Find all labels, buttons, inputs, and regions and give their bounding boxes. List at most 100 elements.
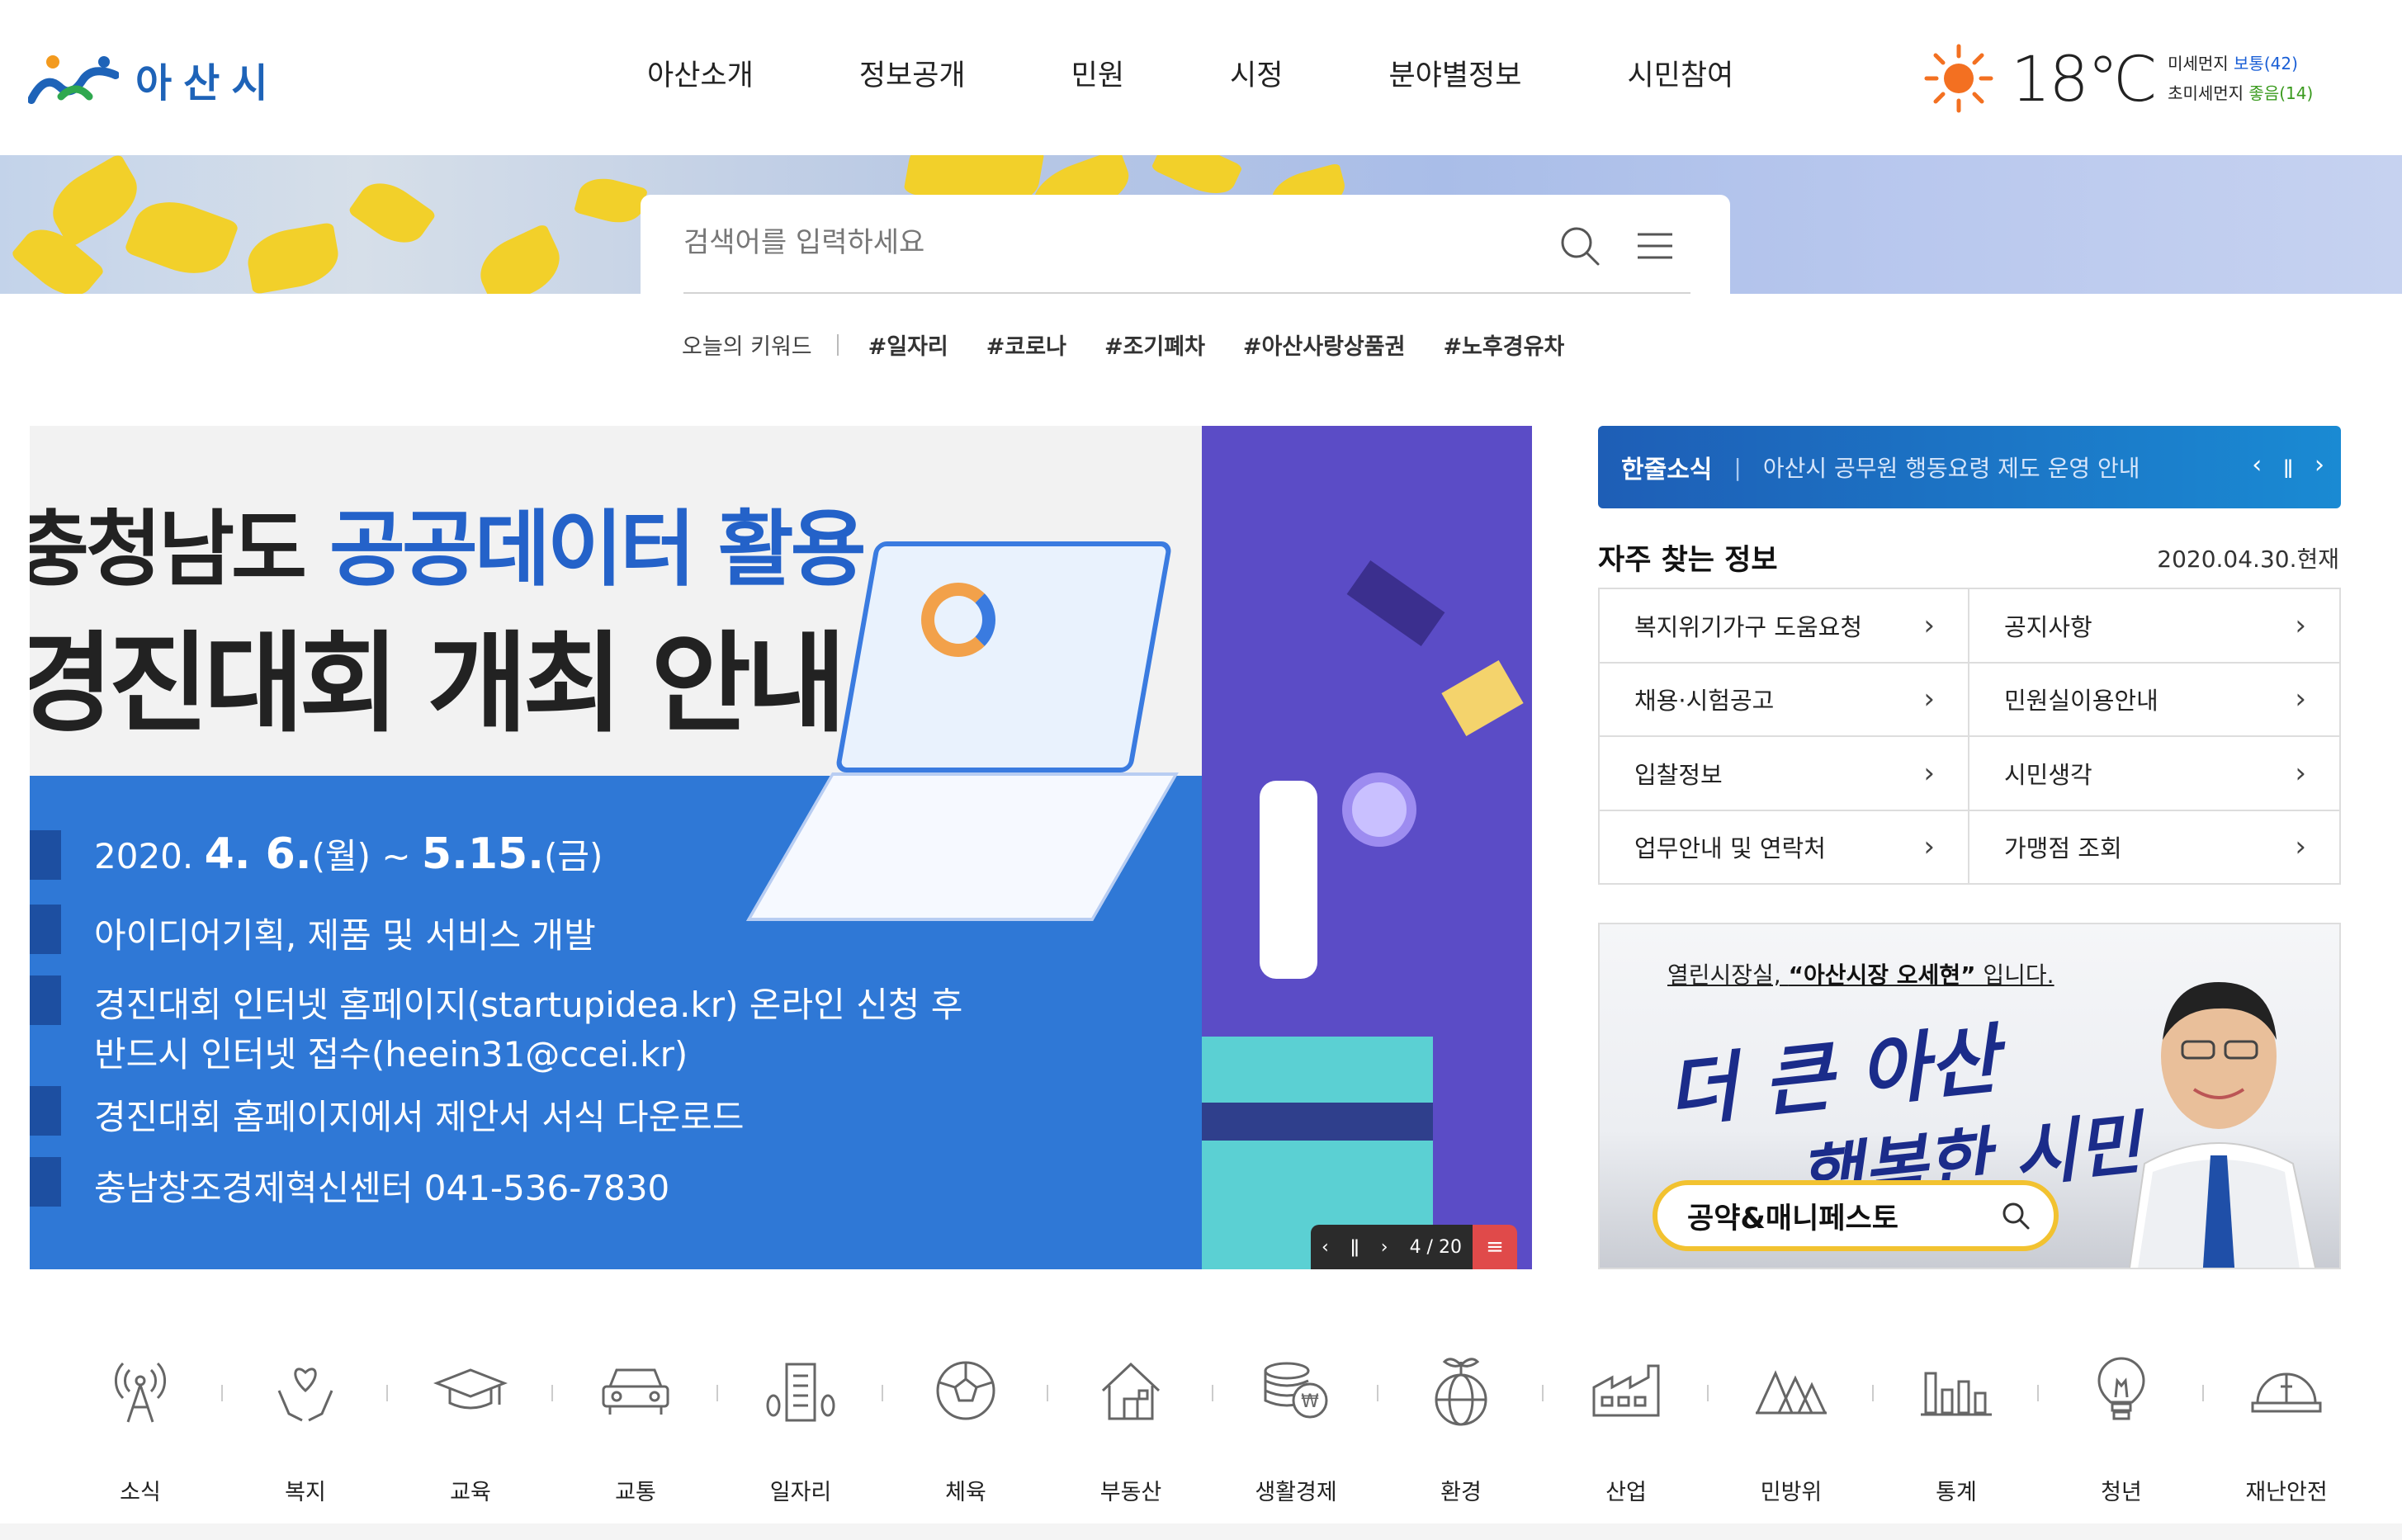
slide-bullet — [30, 975, 61, 1025]
favorites-date: 2020.04.30.현재 — [2157, 546, 2339, 573]
category-label: 청년 — [2101, 1480, 2142, 1505]
chevron-right-icon: › — [1923, 608, 1935, 642]
favorite-link[interactable]: 복지위기가구 도움요청 › — [1600, 589, 1969, 664]
favorite-label: 복지위기가구 도움요청 — [1634, 612, 1863, 641]
category-environment[interactable]: 환경 — [1378, 1353, 1544, 1506]
category-industry[interactable]: 산업 — [1544, 1353, 1709, 1506]
category-education[interactable]: 교육 — [388, 1353, 553, 1506]
footer-strip — [0, 1523, 2402, 1540]
nav-item-citizen-participation[interactable]: 시민참여 — [1574, 46, 1786, 106]
favorite-label: 공지사항 — [2004, 612, 2092, 641]
mountains-icon — [1754, 1353, 1828, 1428]
category-jobs[interactable]: 일자리 — [718, 1353, 883, 1506]
one-line-news: 한줄소식 | 아산시 공무원 행동요령 제도 운영 안내 ‹ ǁ › — [1598, 426, 2341, 508]
slide-date-line: 2020. 4. 6.(월) ~ 5.15.(금) — [94, 829, 603, 879]
search-input[interactable] — [683, 220, 1509, 266]
main-visual-slider[interactable]: 충청남도 공공데이터 활용 경진대회 개최 안내 2020. 4. 6.(월) … — [30, 426, 1532, 1269]
nav-item-about[interactable]: 아산소개 — [594, 46, 806, 106]
favorite-link[interactable]: 업무안내 및 연락처 › — [1600, 810, 1969, 883]
category-label: 통계 — [1936, 1480, 1977, 1505]
keywords-divider — [836, 333, 839, 356]
ultrafine-dust-label: 초미세먼지 — [2168, 83, 2244, 103]
category-real-estate[interactable]: 부동산 — [1048, 1353, 1213, 1506]
graduation-cap-icon — [433, 1353, 508, 1428]
safety-helmet-icon — [2249, 1353, 2324, 1428]
category-disaster-safety[interactable]: 재난안전 — [2204, 1353, 2369, 1506]
category-welfare[interactable]: 복지 — [223, 1353, 388, 1506]
nav-item-field-info[interactable]: 분야별정보 — [1336, 46, 1574, 106]
mayor-name: “아산시장 오세현” — [1788, 961, 1976, 989]
category-sports[interactable]: 체육 — [883, 1353, 1048, 1506]
category-news[interactable]: 소식 — [58, 1353, 223, 1506]
slide-date-start: 4. 6. — [204, 829, 312, 879]
category-transport[interactable]: 교통 — [553, 1353, 718, 1506]
prev-arrow-icon[interactable]: ‹ — [1322, 1237, 1329, 1258]
favorites-grid: 복지위기가구 도움요청 › 공지사항 › 채용·시험공고 › 민원실이용안내 › 입찰정… — [1598, 588, 2341, 885]
category-economy[interactable]: ₩ 생활경제 — [1213, 1353, 1378, 1506]
keyword-link[interactable]: #아산사랑상품권 — [1243, 328, 1406, 361]
slider-nav: ‹ ǁ › 4 / 20 — [1311, 1225, 1473, 1269]
nav-item-info-disclosure[interactable]: 정보공개 — [806, 46, 1019, 106]
logo-icon — [28, 55, 119, 104]
today-keywords: 오늘의 키워드 #일자리 #코로나 #조기폐차 #아산사랑상품권 #노후경유차 — [682, 328, 1602, 361]
chevron-right-icon: › — [2295, 830, 2306, 864]
favorite-link[interactable]: 가맹점 조회 › — [1969, 811, 2339, 884]
search-box — [641, 195, 1730, 297]
search-icon[interactable] — [1558, 224, 1601, 267]
category-label: 일자리 — [769, 1480, 832, 1505]
chevron-right-icon: › — [1923, 756, 1935, 790]
nav-item-city-admin[interactable]: 시정 — [1177, 46, 1336, 106]
chevron-right-icon: › — [2295, 756, 2306, 790]
pause-icon[interactable]: ǁ — [2283, 451, 2293, 484]
favorite-label: 채용·시험공고 — [1634, 687, 1775, 716]
menu-icon[interactable] — [1636, 229, 1674, 262]
category-statistics[interactable]: 통계 — [1874, 1353, 2039, 1506]
heart-hands-icon — [268, 1353, 343, 1428]
keyword-link[interactable]: #코로나 — [986, 328, 1066, 361]
favorite-link[interactable]: 시민생각 › — [1969, 737, 2339, 811]
favorite-link[interactable]: 민원실이용안내 › — [1969, 664, 2339, 737]
category-youth[interactable]: 청년 — [2039, 1353, 2204, 1506]
favorite-label: 민원실이용안내 — [2004, 687, 2158, 716]
one-line-news-text[interactable]: 아산시 공무원 행동요령 제도 운영 안내 — [1763, 451, 2140, 484]
favorite-link[interactable]: 공지사항 › — [1969, 589, 2339, 664]
slide-date-part: (월) ~ — [311, 836, 422, 876]
category-label: 부동산 — [1099, 1480, 1162, 1505]
slide-title-line2: 경진대회 개최 안내 — [30, 621, 846, 748]
slide-line: 반드시 인터넷 접수(heein31@ccei.kr) — [94, 1034, 688, 1075]
keyword-link[interactable]: #노후경유차 — [1443, 328, 1564, 361]
keyword-link[interactable]: #일자리 — [868, 328, 948, 361]
slide-counter: 4 / 20 — [1409, 1236, 1462, 1258]
svg-text:₩: ₩ — [1301, 1391, 1319, 1412]
mayor-banner[interactable]: 열린시장실, “아산시장 오세현” 입니다. 더 큰 아산 행복한 시민 공약&… — [1598, 923, 2341, 1269]
pledge-manifesto-button[interactable]: 공약&매니페스토 — [1653, 1180, 2059, 1251]
prev-arrow-icon[interactable]: ‹ — [2252, 451, 2262, 484]
favorite-link[interactable]: 입찰정보 › — [1600, 737, 1969, 811]
bar-chart-icon — [1919, 1353, 1993, 1428]
nav-item-civil-service[interactable]: 민원 — [1019, 46, 1177, 106]
slide-bullet — [30, 830, 61, 880]
next-arrow-icon[interactable]: › — [2315, 451, 2324, 484]
favorite-label: 가맹점 조회 — [2004, 834, 2122, 863]
logo-text: 아산시 — [135, 60, 280, 106]
next-arrow-icon[interactable]: › — [1381, 1237, 1388, 1258]
favorite-link[interactable]: 채용·시험공고 › — [1600, 663, 1969, 737]
mayor-caption-part: 입니다. — [1975, 961, 2054, 989]
pause-icon[interactable]: ǁ — [1350, 1237, 1359, 1258]
slider-list-button[interactable]: ≡ — [1473, 1225, 1517, 1269]
slide-illustration-panel — [1202, 426, 1532, 1269]
site-logo[interactable]: 아산시 — [28, 46, 309, 112]
keyword-link[interactable]: #조기폐차 — [1104, 328, 1205, 361]
pledge-label: 공약&매니페스토 — [1687, 1202, 1898, 1235]
slide-bullet — [30, 905, 61, 954]
sun-icon — [1924, 44, 1993, 113]
one-line-news-controls: ‹ ǁ › — [2252, 451, 2324, 484]
favorite-label: 업무안내 및 연락처 — [1634, 834, 1826, 863]
dust-info: 미세먼지 보통(42) 초미세먼지 좋음(14) — [2168, 49, 2313, 108]
one-line-news-divider: | — [1733, 453, 1742, 481]
chevron-right-icon: › — [2295, 683, 2306, 716]
category-label: 민방위 — [1760, 1480, 1823, 1505]
mayor-portrait — [2128, 982, 2317, 1268]
favorites-title: 자주 찾는 정보 — [1598, 544, 1778, 577]
category-civil-defense[interactable]: 민방위 — [1709, 1353, 1874, 1506]
